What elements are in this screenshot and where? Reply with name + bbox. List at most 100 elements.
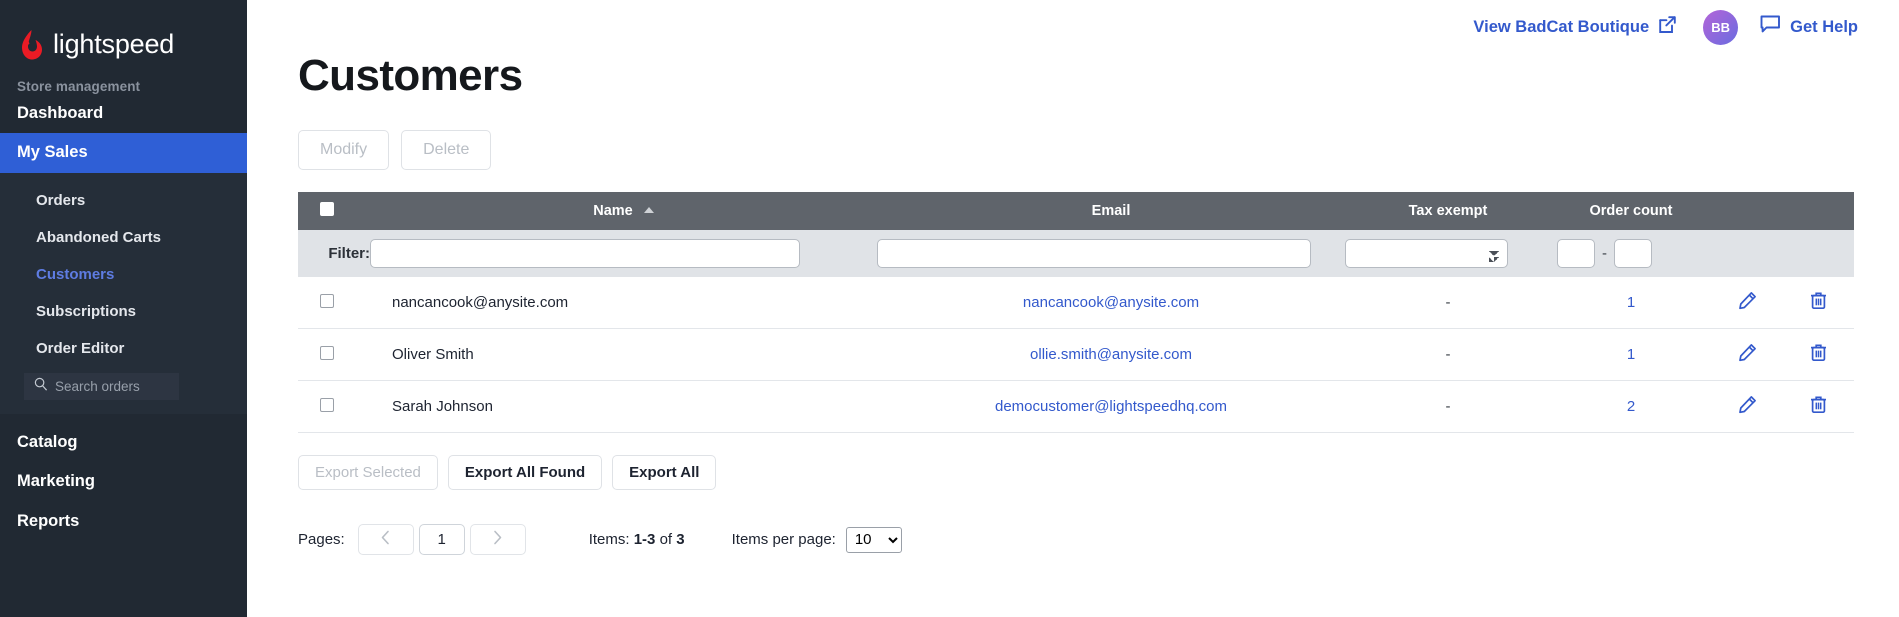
items-label: Items: bbox=[588, 531, 630, 548]
header-edit bbox=[1711, 192, 1783, 230]
row-select-cell bbox=[298, 328, 370, 381]
sidebar-item-label: Reports bbox=[17, 511, 80, 530]
current-page-button[interactable]: 1 bbox=[418, 524, 465, 555]
header-select-all[interactable] bbox=[298, 192, 370, 230]
prev-page-button[interactable] bbox=[357, 524, 414, 555]
row-email-link[interactable]: democustomer@lightspeedhq.com bbox=[995, 398, 1227, 415]
items-per-page-select[interactable]: 102550100 bbox=[845, 526, 902, 553]
sidebar-item-label: My Sales bbox=[17, 143, 88, 162]
chat-bubble-icon bbox=[1760, 15, 1781, 39]
sidebar-subitem-label: Orders bbox=[36, 191, 86, 209]
sidebar-item-subscriptions[interactable]: Subscriptions bbox=[0, 293, 247, 330]
get-help-label: Get Help bbox=[1790, 17, 1858, 36]
header-order-count[interactable]: Order count bbox=[1551, 192, 1711, 230]
row-email-cell: democustomer@lightspeedhq.com bbox=[877, 380, 1345, 433]
sidebar-item-order-editor[interactable]: Order Editor bbox=[0, 330, 247, 367]
header-count-label: Order count bbox=[1589, 203, 1673, 219]
filter-email-cell bbox=[877, 230, 1345, 277]
export-buttons: Export Selected Export All Found Export … bbox=[298, 455, 1899, 490]
items-total: 3 bbox=[676, 531, 685, 548]
trash-icon[interactable] bbox=[1809, 343, 1828, 362]
table-filter-row: Filter: - bbox=[298, 230, 1854, 277]
sidebar-item-catalog[interactable]: Catalog bbox=[0, 423, 247, 462]
export-all-button[interactable]: Export All bbox=[612, 455, 717, 490]
sidebar-item-customers[interactable]: Customers bbox=[0, 256, 247, 293]
row-tax-exempt: - bbox=[1345, 328, 1551, 381]
trash-icon[interactable] bbox=[1809, 395, 1828, 414]
brand-logo[interactable]: lightspeed bbox=[0, 0, 247, 62]
sidebar-item-abandoned-carts[interactable]: Abandoned Carts bbox=[0, 219, 247, 256]
sidebar-subitem-label: Order Editor bbox=[36, 339, 125, 357]
table-row: nancancook@anysite.com nancancook@anysit… bbox=[298, 277, 1854, 329]
row-checkbox[interactable] bbox=[320, 397, 334, 412]
header-tax-label: Tax exempt bbox=[1408, 203, 1488, 219]
sidebar-item-reports[interactable]: Reports bbox=[0, 502, 247, 541]
row-order-count-link[interactable]: 2 bbox=[1627, 398, 1635, 415]
sort-ascending-icon bbox=[643, 207, 654, 213]
main-content: View BadCat Boutique BB Get Help Custome… bbox=[247, 0, 1899, 617]
header-delete bbox=[1783, 192, 1854, 230]
row-order-count-link[interactable]: 1 bbox=[1627, 294, 1635, 311]
row-order-count-cell: 1 bbox=[1551, 328, 1711, 381]
table-row: Oliver Smith ollie.smith@anysite.com - 1 bbox=[298, 328, 1854, 381]
filter-name-input[interactable] bbox=[370, 239, 800, 268]
header-tax-exempt[interactable]: Tax exempt bbox=[1345, 192, 1551, 230]
get-help-button[interactable]: Get Help bbox=[1760, 15, 1858, 39]
pencil-icon[interactable] bbox=[1738, 343, 1757, 362]
row-email-link[interactable]: nancancook@anysite.com bbox=[1023, 294, 1199, 311]
search-orders-placeholder: Search orders bbox=[55, 378, 140, 394]
filter-count-cell: - bbox=[1551, 230, 1854, 277]
pencil-icon[interactable] bbox=[1738, 291, 1757, 310]
filter-name-cell bbox=[370, 230, 877, 277]
view-store-link[interactable]: View BadCat Boutique bbox=[1473, 15, 1677, 39]
pencil-icon[interactable] bbox=[1738, 395, 1757, 414]
sidebar-item-my-sales[interactable]: My Sales bbox=[0, 133, 247, 173]
search-icon bbox=[34, 377, 48, 396]
row-order-count-link[interactable]: 1 bbox=[1627, 346, 1635, 363]
row-select-cell bbox=[298, 380, 370, 433]
row-email-link[interactable]: ollie.smith@anysite.com bbox=[1030, 346, 1192, 363]
row-tax-exempt: - bbox=[1345, 277, 1551, 329]
row-checkbox[interactable] bbox=[320, 293, 334, 308]
trash-icon[interactable] bbox=[1809, 291, 1828, 310]
header-email[interactable]: Email bbox=[877, 192, 1345, 230]
row-delete-cell bbox=[1783, 277, 1854, 329]
sidebar-subitem-label: Abandoned Carts bbox=[36, 228, 162, 246]
chevron-left-icon bbox=[380, 530, 391, 550]
customers-table: Name Email Tax exempt Order count Filter… bbox=[298, 192, 1854, 433]
header-name[interactable]: Name bbox=[370, 192, 877, 230]
avatar[interactable]: BB bbox=[1703, 9, 1739, 45]
items-info: Items: 1-3 of 3 bbox=[589, 531, 685, 548]
search-orders-box[interactable]: Search orders bbox=[24, 372, 179, 400]
next-page-button[interactable] bbox=[469, 524, 526, 555]
row-name: Sarah Johnson bbox=[370, 380, 877, 433]
row-email-cell: nancancook@anysite.com bbox=[877, 277, 1345, 329]
app-root: lightspeed Store management Dashboard My… bbox=[0, 0, 1899, 617]
filter-tax-cell bbox=[1345, 230, 1551, 277]
items-per-page-label: Items per page: bbox=[731, 531, 836, 548]
row-edit-cell bbox=[1711, 328, 1783, 381]
sidebar-item-dashboard[interactable]: Dashboard bbox=[0, 94, 247, 133]
table-head: Name Email Tax exempt Order count Filter… bbox=[298, 192, 1854, 277]
sidebar: lightspeed Store management Dashboard My… bbox=[0, 0, 247, 617]
filter-email-input[interactable] bbox=[877, 239, 1311, 268]
row-name: nancancook@anysite.com bbox=[370, 277, 877, 329]
row-checkbox[interactable] bbox=[320, 345, 334, 360]
brand-name: lightspeed bbox=[53, 29, 175, 59]
sidebar-item-orders[interactable]: Orders bbox=[0, 182, 247, 219]
sidebar-item-marketing[interactable]: Marketing bbox=[0, 462, 247, 501]
select-all-checkbox[interactable] bbox=[320, 202, 334, 216]
sidebar-section-label: Store management bbox=[17, 79, 141, 94]
items-range: 1-3 bbox=[633, 531, 656, 548]
chevron-right-icon bbox=[492, 530, 503, 550]
table-row: Sarah Johnson democustomer@lightspeedhq.… bbox=[298, 380, 1854, 433]
delete-button[interactable]: Delete bbox=[401, 130, 492, 170]
filter-count-min-input[interactable] bbox=[1557, 239, 1595, 268]
table-header-row: Name Email Tax exempt Order count bbox=[298, 192, 1854, 230]
export-all-found-button[interactable]: Export All Found bbox=[447, 455, 603, 490]
sidebar-item-label: Marketing bbox=[17, 472, 95, 491]
filter-tax-exempt-select[interactable] bbox=[1345, 239, 1508, 268]
filter-count-max-input[interactable] bbox=[1614, 239, 1652, 268]
export-selected-button[interactable]: Export Selected bbox=[298, 455, 438, 490]
modify-button[interactable]: Modify bbox=[298, 130, 390, 170]
